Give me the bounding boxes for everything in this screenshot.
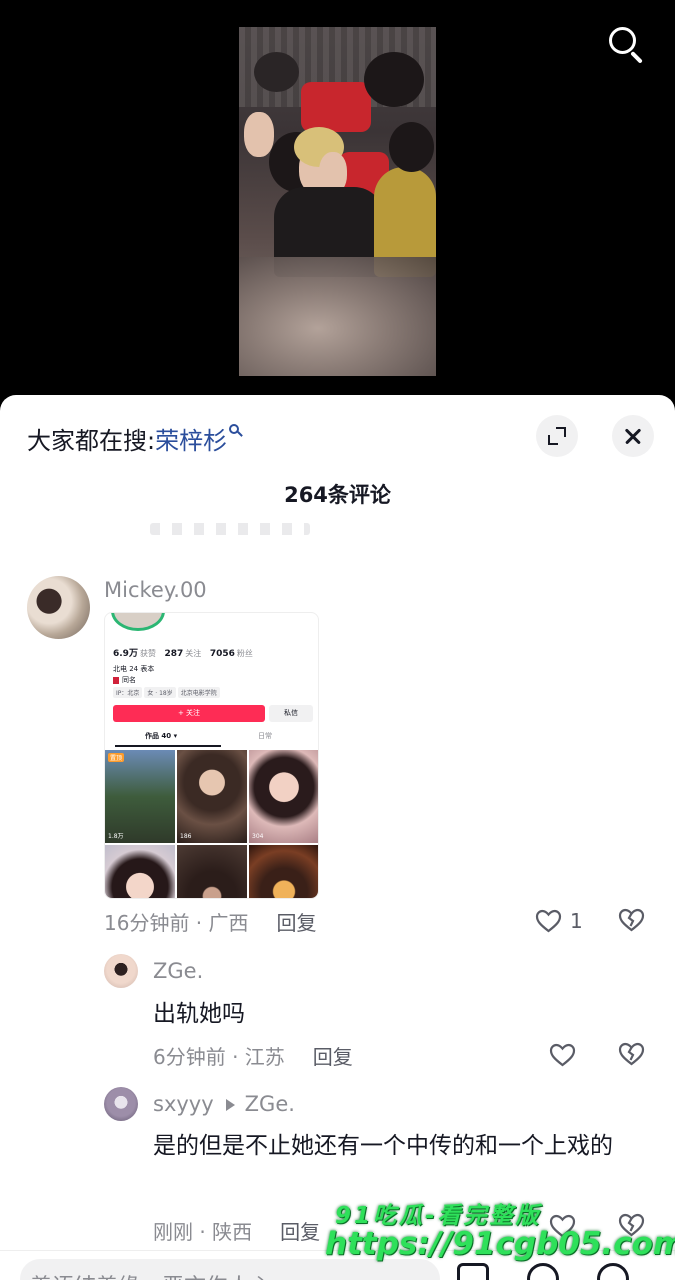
trending-prefix: 大家都在搜: bbox=[27, 427, 156, 455]
comment-text: 是的但是不止她还有一个中传的和一个上戏的 bbox=[153, 1133, 613, 1159]
comment-input-placeholder: 善语结善缘，恶言伤人心 bbox=[30, 1269, 272, 1280]
search-button[interactable] bbox=[603, 22, 649, 68]
video-foreground-blur bbox=[239, 257, 436, 376]
comment-count: 264条评论 bbox=[284, 483, 391, 507]
faded-previous-comment bbox=[150, 523, 310, 535]
comment-time-location: 刚刚 · 陕西 bbox=[153, 1220, 253, 1244]
broken-heart-icon bbox=[618, 1042, 645, 1070]
reply-button[interactable]: 回复 bbox=[313, 1045, 353, 1069]
comment-time-location: 6分钟前 · 江苏 bbox=[153, 1045, 285, 1069]
like-button[interactable]: 1 bbox=[535, 907, 583, 933]
profile-video-thumb bbox=[105, 845, 175, 898]
dislike-button[interactable] bbox=[618, 1042, 645, 1066]
video-red-seat bbox=[301, 82, 371, 132]
avatar[interactable] bbox=[104, 1087, 138, 1121]
broken-heart-icon bbox=[618, 908, 645, 936]
profile-video-thumb: 186 bbox=[177, 750, 247, 843]
watermark-url: https://91cgb05.com bbox=[325, 1226, 675, 1262]
profile-video-thumb bbox=[177, 845, 247, 898]
video-person bbox=[364, 52, 424, 107]
profile-video-thumb bbox=[249, 845, 318, 898]
trending-keyword[interactable]: 荣梓杉 bbox=[155, 427, 227, 455]
video-player[interactable] bbox=[0, 0, 675, 400]
trending-search[interactable]: 大家都在搜:荣梓杉 bbox=[27, 421, 243, 456]
at-mention-icon[interactable] bbox=[527, 1263, 559, 1280]
reply-button[interactable]: 回复 bbox=[280, 1220, 320, 1244]
profile-video-thumb: 置顶 1.8万 bbox=[105, 750, 175, 843]
heart-icon bbox=[535, 909, 562, 933]
search-icon bbox=[229, 424, 243, 440]
profile-message-button: 私信 bbox=[269, 705, 313, 722]
reply-to-username[interactable]: ZGe. bbox=[245, 1092, 295, 1116]
comment-text: 出轨她吗 bbox=[153, 1001, 245, 1027]
expand-button[interactable] bbox=[536, 415, 578, 457]
comment-time-location: 16分钟前 · 广西 bbox=[104, 911, 249, 935]
comment-username[interactable]: sxyyy ZGe. bbox=[153, 1092, 295, 1116]
comment-username[interactable]: Mickey.00 bbox=[104, 578, 207, 602]
comment-image-profile-screenshot[interactable]: 6.9万 获赞 287 关注 7056 粉丝 北电 24 表本 同名 IP：北京女 ·… bbox=[104, 612, 319, 899]
avatar[interactable] bbox=[104, 954, 138, 988]
profile-video-thumb: 304 bbox=[249, 750, 318, 843]
profile-tab-works: 作品 40 ▾ bbox=[114, 732, 222, 747]
video-person-face bbox=[244, 112, 274, 157]
close-button[interactable] bbox=[612, 415, 654, 457]
image-icon[interactable] bbox=[457, 1263, 489, 1280]
profile-bio: 北电 24 表本 bbox=[113, 665, 155, 673]
like-count: 1 bbox=[570, 908, 583, 933]
profile-bio: 同名 bbox=[113, 675, 136, 685]
comment-meta: 16分钟前 · 广西 回复 bbox=[104, 907, 317, 936]
video-person bbox=[389, 122, 434, 172]
heart-icon bbox=[549, 1043, 576, 1067]
profile-tab-daily: 日常 bbox=[258, 732, 272, 740]
comment-meta: 6分钟前 · 江苏 回复 bbox=[153, 1041, 353, 1070]
profile-follow-button: + 关注 bbox=[113, 705, 265, 722]
watermark-text: 91吃瓜-看完整版 bbox=[335, 1203, 542, 1229]
profile-video-grid: 置顶 1.8万 186 304 bbox=[105, 750, 318, 898]
reply-to-arrow-icon bbox=[225, 1098, 235, 1111]
video-person bbox=[254, 52, 299, 92]
profile-avatar bbox=[111, 613, 165, 631]
avatar[interactable] bbox=[27, 576, 90, 639]
profile-tags: IP：北京女 · 18岁 北京电影学院 bbox=[113, 687, 222, 698]
profile-stats: 6.9万 获赞 287 关注 7056 粉丝 bbox=[113, 649, 253, 659]
like-button[interactable] bbox=[549, 1041, 576, 1067]
emoji-icon[interactable] bbox=[597, 1263, 629, 1280]
comment-username[interactable]: ZGe. bbox=[153, 959, 203, 983]
dislike-button[interactable] bbox=[618, 908, 645, 932]
video-frame[interactable] bbox=[239, 27, 436, 376]
comment-meta: 刚刚 · 陕西 回复 bbox=[153, 1216, 320, 1245]
comment-sheet: 大家都在搜:荣梓杉 264条评论 Mickey.00 6.9万 获赞 287 关注 … bbox=[0, 395, 675, 1280]
reply-button[interactable]: 回复 bbox=[277, 911, 317, 935]
